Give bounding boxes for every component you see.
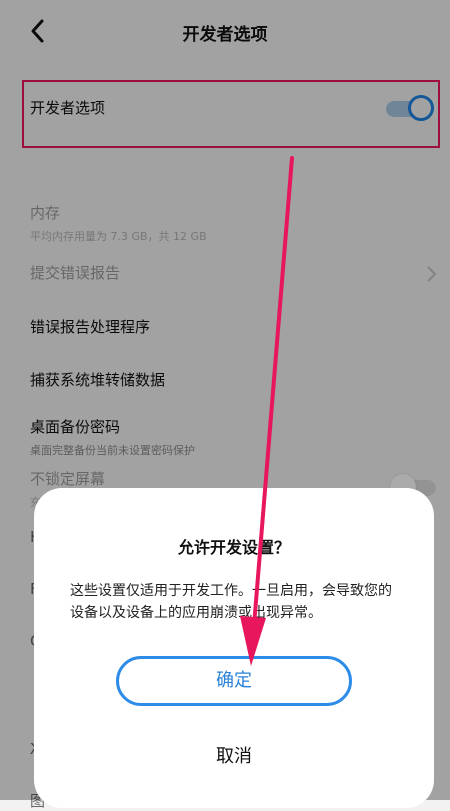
dialog-title: 允许开发设置？ xyxy=(177,538,290,557)
dialog-message: 这些设置仅适用于开发工作。一旦启用，会导致您的设备以及设备上的应用崩溃或出现异常… xyxy=(70,583,392,621)
cancel-button[interactable]: 取消 xyxy=(116,740,352,774)
confirm-button[interactable]: 确定 xyxy=(116,656,352,706)
confirm-dialog: 允许开发设置？ 这些设置仅适用于开发工作。一旦启用，会导致您的设备以及设备上的应… xyxy=(34,488,434,808)
settings-screen: 开发者选项 开发者选项 内存 平均内存用量为 7.3 GB，共 12 GB 提交… xyxy=(0,0,450,810)
